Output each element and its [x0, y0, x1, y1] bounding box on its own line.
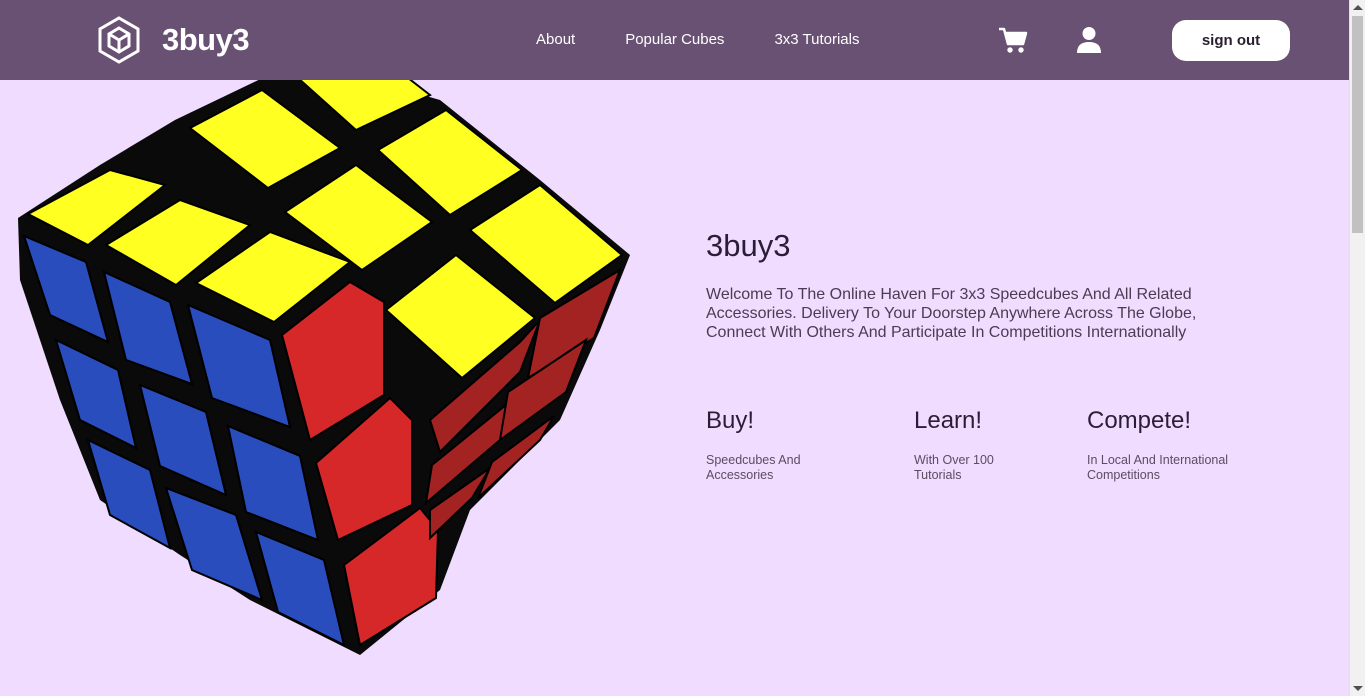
feature-text: With Over 100 Tutorials [914, 453, 994, 482]
top-navbar: 3buy3 About Popular Cubes 3x3 Tutorials … [0, 0, 1349, 80]
feature-learn: Learn! With Over 100 Tutorials [914, 406, 1034, 483]
feature-buy: Buy! Speedcubes And Accessories [706, 406, 846, 483]
main-nav: About Popular Cubes 3x3 Tutorials [536, 30, 859, 50]
cart-icon[interactable] [998, 26, 1028, 54]
sign-out-button[interactable]: sign out [1172, 20, 1290, 61]
feature-compete: Compete! In Local And International Comp… [1087, 406, 1257, 483]
scroll-down-arrow-icon[interactable] [1353, 686, 1363, 691]
cube-logo-icon [98, 16, 140, 64]
rubiks-cube-image [18, 20, 630, 655]
feature-text: In Local And International Competitions [1087, 453, 1229, 482]
scrollbar-thumb[interactable] [1352, 16, 1363, 233]
feature-text: Speedcubes And Accessories [706, 453, 801, 482]
feature-title: Learn! [914, 407, 983, 434]
brand[interactable]: 3buy3 [98, 16, 250, 64]
brand-name: 3buy3 [162, 22, 250, 57]
nav-about-link[interactable]: About [536, 30, 575, 50]
feature-title: Buy! [706, 407, 755, 434]
hero-description: Welcome To The Online Haven For 3x3 Spee… [706, 286, 1197, 341]
nav-popular-cubes-link[interactable]: Popular Cubes [625, 30, 724, 50]
vertical-scrollbar[interactable] [1349, 0, 1365, 696]
nav-tutorials-link[interactable]: 3x3 Tutorials [774, 30, 859, 50]
page: 3buy3 About Popular Cubes 3x3 Tutorials … [0, 0, 1365, 696]
scroll-up-arrow-icon[interactable] [1353, 5, 1363, 10]
user-icon[interactable] [1076, 26, 1102, 54]
hero-title: 3buy3 [706, 228, 791, 263]
feature-title: Compete! [1087, 407, 1192, 434]
